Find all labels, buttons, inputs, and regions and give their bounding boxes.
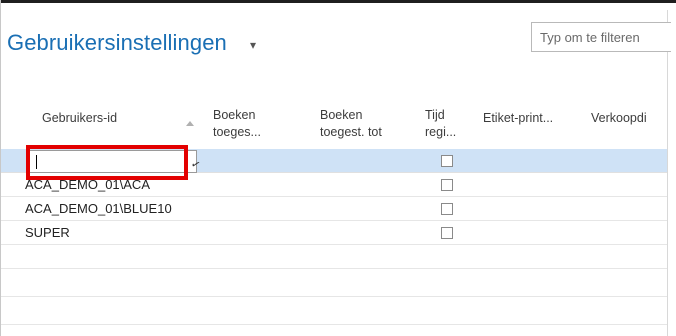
column-header-user-id[interactable]: Gebruikers-id — [42, 110, 117, 127]
sort-ascending-icon — [186, 121, 194, 126]
table-row[interactable]: SUPER — [1, 221, 667, 245]
page-title[interactable]: Gebruikersinstellingen — [7, 30, 227, 56]
column-header-time-registration[interactable]: Tijd regi... — [425, 107, 457, 141]
column-header-label-printer[interactable]: Etiket-print... — [483, 110, 553, 127]
chevron-down-icon[interactable]: ▾ — [250, 38, 256, 52]
user-id-edit-field[interactable] — [27, 150, 206, 173]
table-row[interactable]: ACA_DEMO_01\BLUE10 — [1, 197, 667, 221]
column-header-sales[interactable]: Verkoopdi — [591, 110, 647, 127]
user-id-input[interactable] — [28, 151, 206, 172]
time-registration-checkbox[interactable] — [441, 155, 453, 167]
text-cursor — [36, 155, 37, 169]
window-right-border — [667, 10, 668, 336]
window-top-border — [0, 0, 676, 3]
time-registration-checkbox[interactable] — [441, 179, 453, 191]
user-id-cell: SUPER — [25, 225, 70, 240]
filter-input[interactable] — [532, 23, 671, 51]
time-registration-checkbox[interactable] — [441, 203, 453, 215]
time-registration-checkbox[interactable] — [441, 227, 453, 239]
table-row[interactable]: ACA_DEMO_01\ACA — [1, 173, 667, 197]
user-id-cell: ACA_DEMO_01\ACA — [25, 177, 150, 192]
filter-search-box[interactable] — [531, 22, 671, 52]
user-id-cell: ACA_DEMO_01\BLUE10 — [25, 201, 172, 216]
column-header-posting-allowed-from[interactable]: Boeken toeges... — [213, 107, 269, 141]
column-header-posting-allowed-to[interactable]: Boeken toegest. tot — [320, 107, 390, 141]
